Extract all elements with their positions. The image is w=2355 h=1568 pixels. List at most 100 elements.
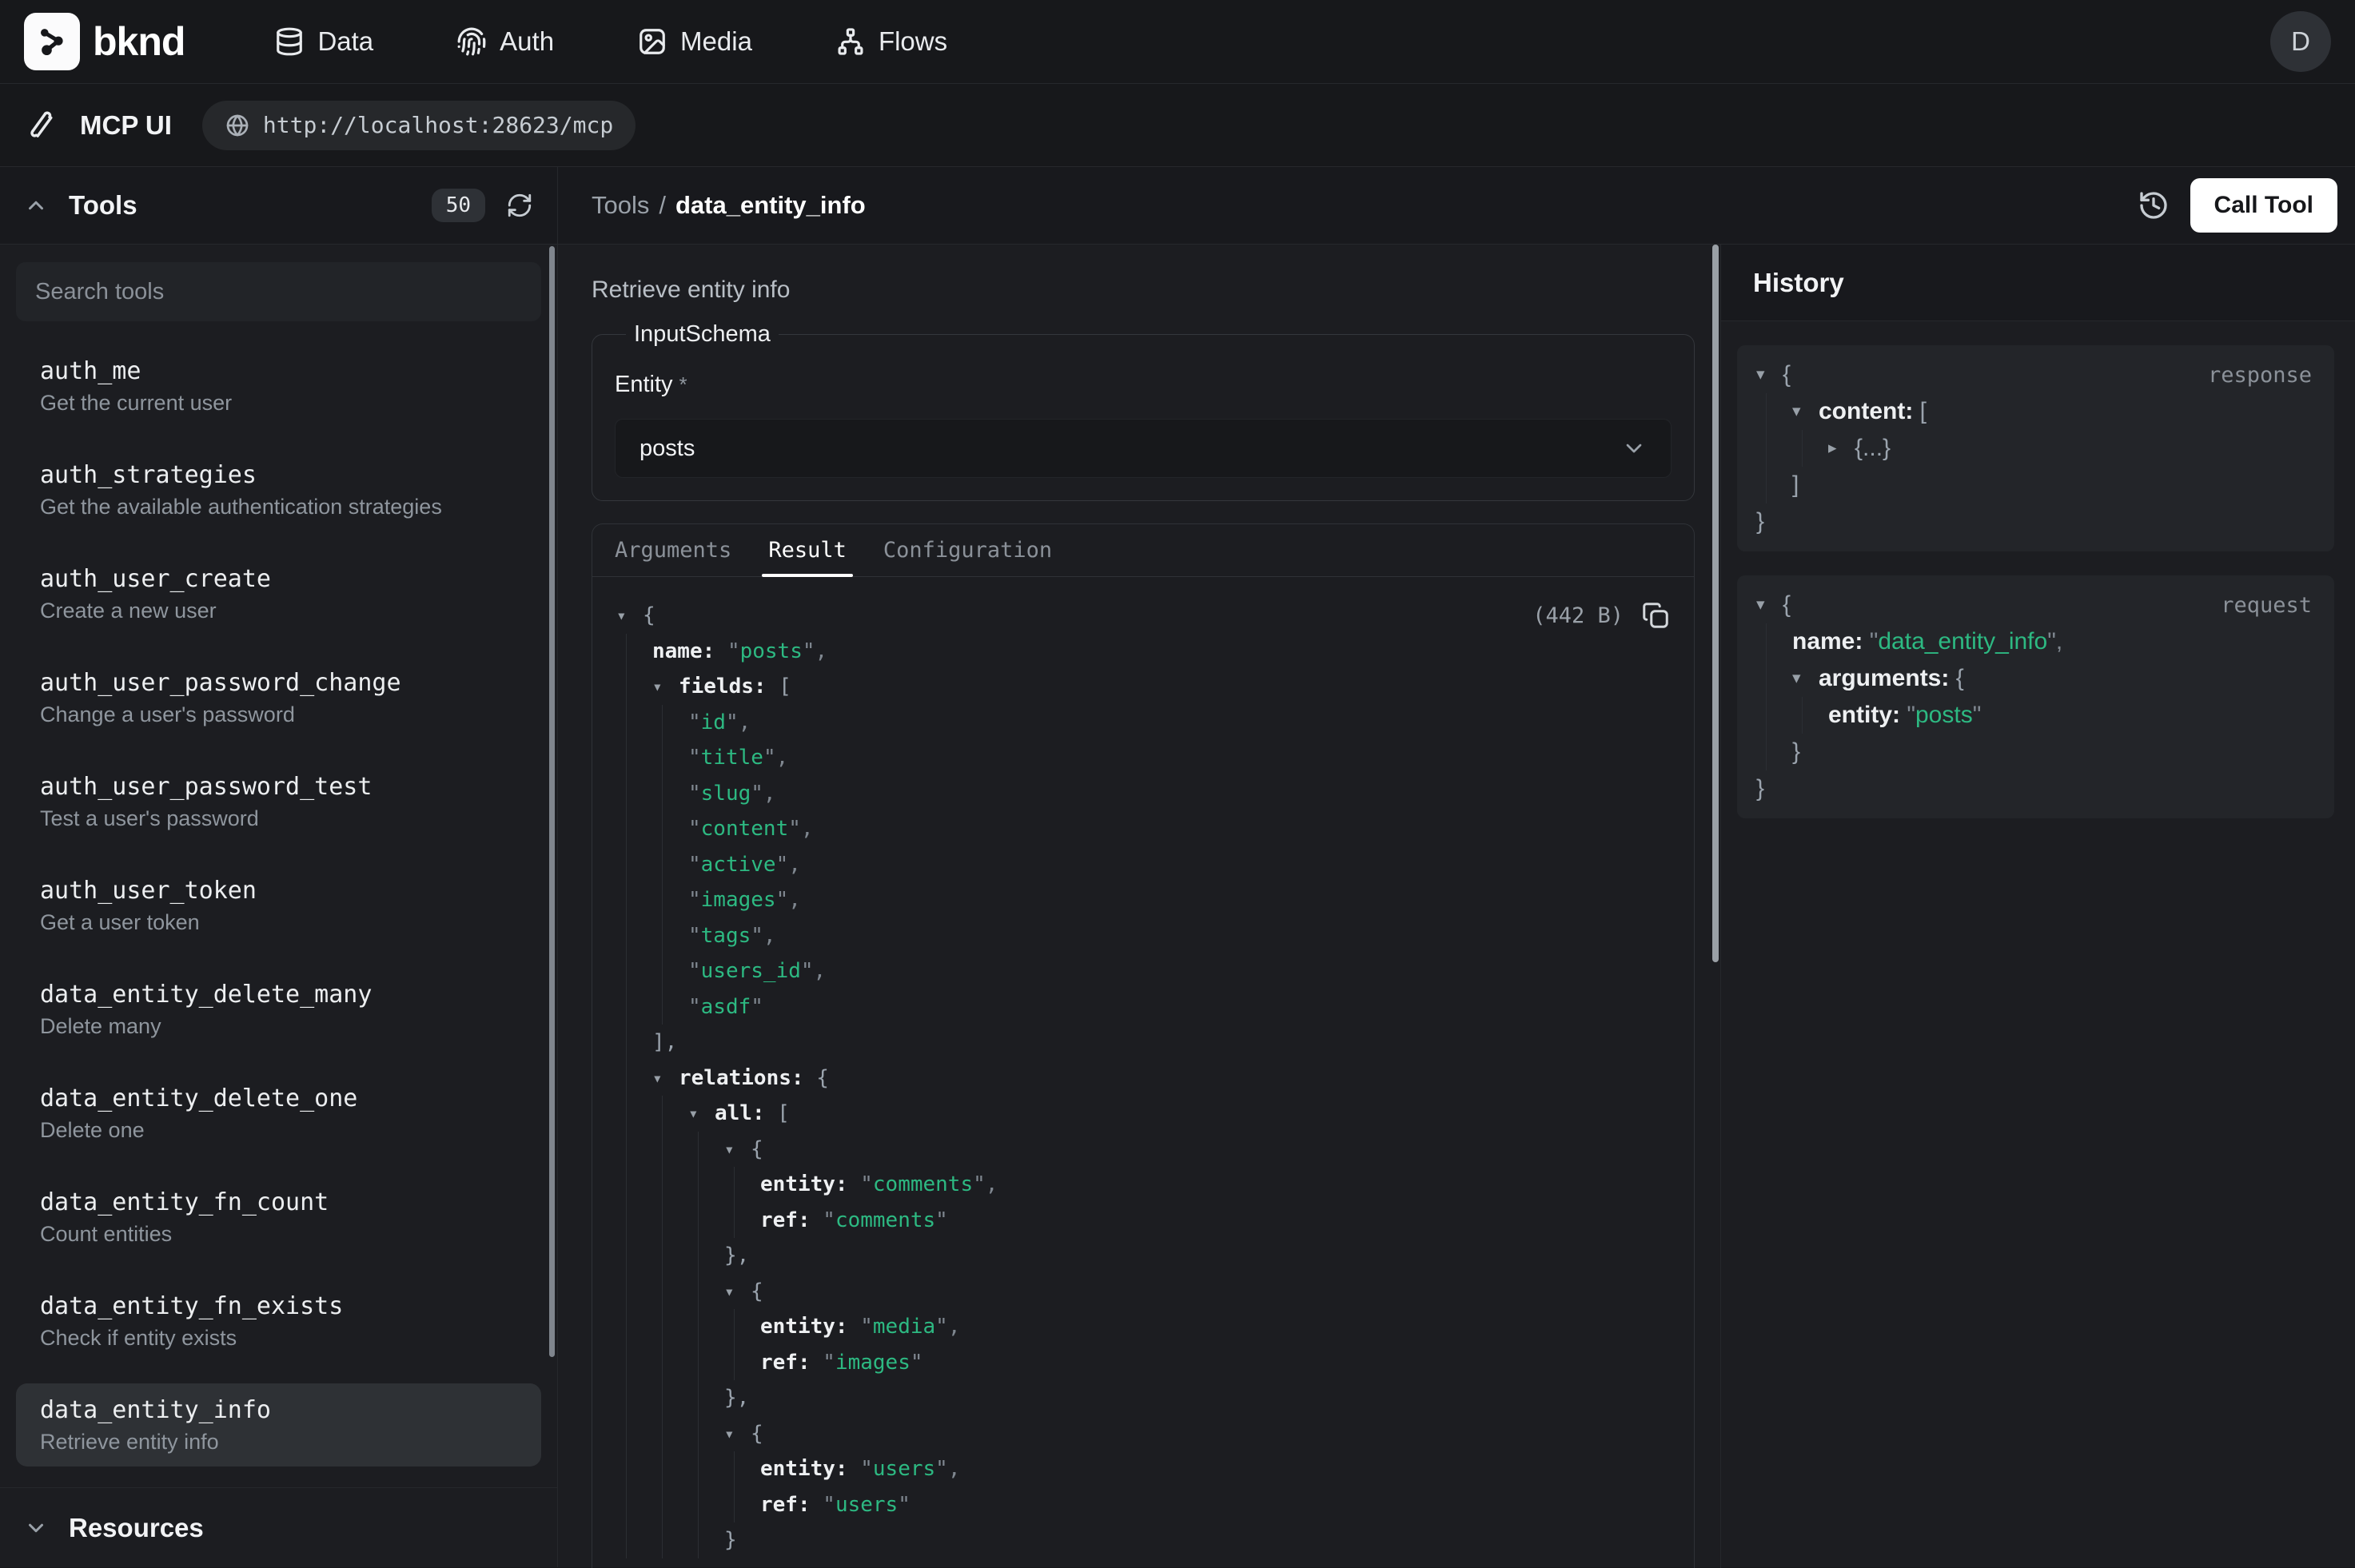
nav-item-auth[interactable]: Auth	[456, 26, 554, 57]
history-clock-icon	[2138, 189, 2170, 221]
json-tokens: entity: "media",	[760, 1309, 960, 1345]
caret-expanded-icon[interactable]: ▾	[1756, 356, 1783, 393]
indent-guide	[662, 1451, 698, 1487]
indent-guide	[626, 1309, 662, 1345]
tab-label: Configuration	[883, 538, 1052, 563]
expand-resources-button[interactable]	[24, 1516, 48, 1540]
caret-expanded-icon[interactable]: ▾	[1756, 587, 1783, 623]
indent-guide	[698, 1132, 734, 1168]
json-tokens: "images",	[688, 882, 801, 918]
tool-list-item[interactable]: auth_user_password_change Change a user'…	[16, 656, 541, 739]
input-schema-fieldset: InputSchema Entity* posts	[592, 321, 1695, 501]
indent-guide	[734, 1487, 770, 1523]
tab[interactable]: Configuration	[883, 524, 1052, 576]
json-tokens: {	[751, 1274, 763, 1310]
json-line: ref: "comments"	[616, 1203, 1670, 1239]
indent-guide	[734, 1309, 770, 1345]
main-scrollbar-thumb[interactable]	[1712, 245, 1719, 962]
collapse-tools-button[interactable]	[24, 193, 48, 217]
entity-field-label: Entity*	[615, 372, 1672, 398]
indent-guide	[626, 1096, 662, 1132]
json-line: name: "data_entity_info",	[1756, 623, 2315, 660]
tool-list-item[interactable]: auth_user_password_test Test a user's pa…	[16, 760, 541, 843]
history-entry-card[interactable]: response ▾{▾content: [▸{...}]}	[1737, 345, 2334, 551]
indent-guide	[662, 1309, 698, 1345]
bknd-logo[interactable]: bknd	[24, 13, 185, 70]
resources-section-header[interactable]: Resources	[0, 1487, 557, 1567]
indent-guide	[626, 953, 662, 989]
call-tool-button[interactable]: Call Tool	[2190, 178, 2337, 233]
entity-select[interactable]: posts	[615, 419, 1672, 478]
tool-list-item[interactable]: auth_user_token Get a user token	[16, 864, 541, 947]
tool-list-item[interactable]: data_entity_info Retrieve entity info	[16, 1383, 541, 1467]
json-line: "id",	[616, 705, 1670, 741]
history-button[interactable]	[2138, 189, 2170, 221]
indent-guide	[626, 1025, 662, 1061]
indent-guide	[626, 1345, 662, 1381]
tools-title: Tools	[69, 190, 137, 221]
brand-name: bknd	[93, 18, 185, 65]
tool-list-item[interactable]: data_entity_delete_many Delete many	[16, 968, 541, 1051]
json-tokens: entity: "posts"	[1828, 697, 1981, 734]
search-input[interactable]	[16, 262, 541, 321]
tools-header: Tools 50	[0, 167, 557, 245]
app-shell: Tools 50 auth_me Get the current user au…	[0, 167, 2355, 1567]
tool-list-item[interactable]: auth_me Get the current user	[16, 344, 541, 428]
indent-guide	[698, 1380, 734, 1416]
json-tokens: name: "data_entity_info",	[1792, 623, 2062, 660]
json-line: ▾content: [	[1756, 393, 2315, 430]
fingerprint-icon	[456, 26, 487, 57]
indent-guide	[662, 1203, 698, 1239]
user-avatar[interactable]: D	[2270, 11, 2331, 72]
tool-name: data_entity_delete_one	[40, 1082, 517, 1116]
copy-icon	[1641, 601, 1670, 630]
tool-list-item[interactable]: data_entity_fn_count Count entities	[16, 1176, 541, 1259]
tool-list-item[interactable]: auth_user_create Create a new user	[16, 552, 541, 635]
tool-list-item[interactable]: data_entity_fn_exists Check if entity ex…	[16, 1279, 541, 1363]
indent-guide	[734, 1167, 770, 1203]
json-line: ▾fields: [	[616, 669, 1670, 705]
tool-description: Get the available authentication strateg…	[40, 492, 517, 521]
indent-guide	[698, 1167, 734, 1203]
tool-name: data_entity_delete_many	[40, 978, 517, 1012]
tool-description: Check if entity exists	[40, 1323, 517, 1352]
json-tokens: all: [	[715, 1096, 790, 1132]
indent-guide	[626, 847, 662, 883]
mcp-url-pill[interactable]: http://localhost:28623/mcp	[202, 101, 636, 150]
mcp-logo-icon	[27, 109, 61, 142]
indent-guide	[626, 1416, 662, 1452]
tab-label: Arguments	[615, 538, 731, 563]
json-line: "title",	[616, 740, 1670, 776]
nav-item-data[interactable]: Data	[274, 26, 373, 57]
tab[interactable]: Arguments	[615, 524, 731, 576]
indent-guide	[626, 1451, 662, 1487]
json-line: ▾all: [	[616, 1096, 1670, 1132]
input-schema-legend: InputSchema	[626, 321, 779, 348]
sidebar-scrollbar-thumb[interactable]	[549, 246, 555, 1357]
tools-count-badge: 50	[432, 189, 485, 222]
indent-guide	[662, 989, 698, 1025]
tool-list-item[interactable]: auth_strategies Get the available authen…	[16, 448, 541, 531]
json-line: "users_id",	[616, 953, 1670, 989]
indent-guide	[1766, 697, 1802, 734]
tool-list-item[interactable]: data_entity_delete_one Delete one	[16, 1072, 541, 1155]
indent-guide	[662, 1132, 698, 1168]
indent-guide	[662, 811, 698, 847]
indent-guide	[662, 1238, 698, 1274]
json-line: ▾{	[616, 1416, 1670, 1452]
result-json-viewer: (442 B) ▾{name: "posts",▾fields: ["id","…	[592, 577, 1694, 1568]
tab[interactable]: Result	[768, 524, 847, 576]
copy-button[interactable]	[1641, 601, 1670, 630]
nav-item-flows[interactable]: Flows	[835, 26, 947, 57]
refresh-tools-button[interactable]	[506, 192, 533, 219]
tool-description: Get a user token	[40, 908, 517, 937]
indent-guide	[626, 669, 662, 705]
avatar-initial: D	[2291, 26, 2310, 57]
breadcrumb-tools-link[interactable]: Tools	[592, 191, 649, 220]
caret-expanded-icon[interactable]: ▾	[616, 598, 643, 634]
indent-guide	[1766, 393, 1802, 430]
nav-item-media[interactable]: Media	[637, 26, 752, 57]
history-entry-card[interactable]: request ▾{name: "data_entity_info",▾argu…	[1737, 575, 2334, 818]
json-tokens: {	[751, 1416, 763, 1452]
indent-guide	[1766, 734, 1802, 770]
